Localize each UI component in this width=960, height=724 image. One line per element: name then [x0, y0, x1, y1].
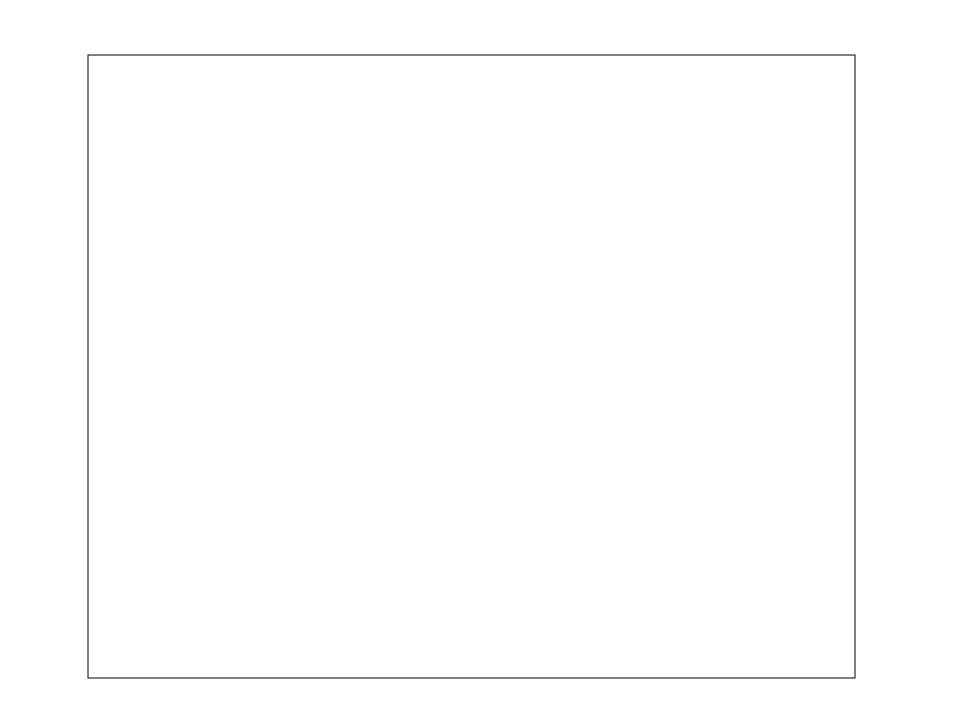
plot-canvas: [87, 54, 856, 679]
plot-border: [87, 54, 856, 679]
daily-pv-chart: [0, 0, 960, 720]
